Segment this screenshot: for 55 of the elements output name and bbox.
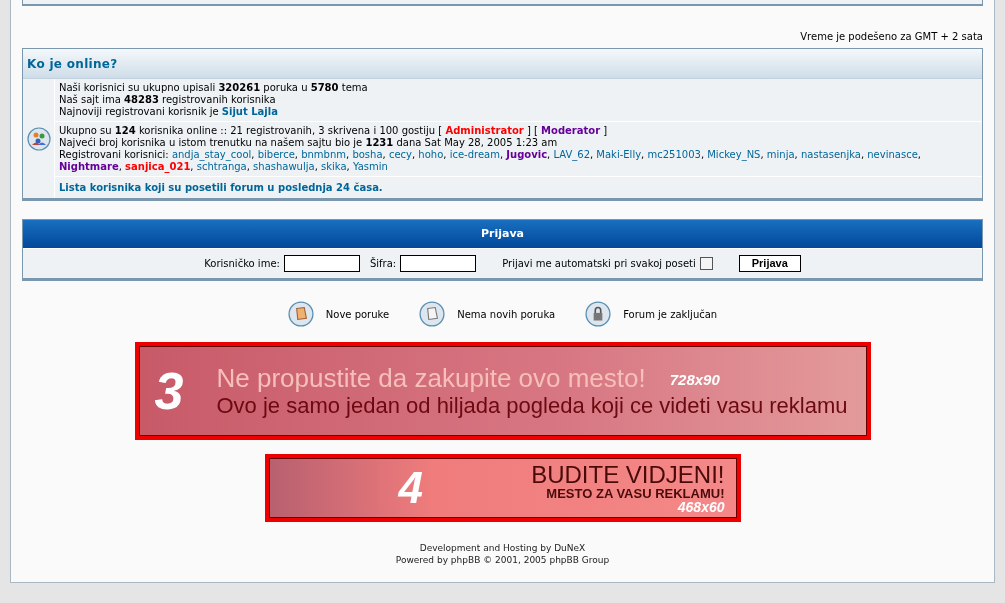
username-field[interactable]: [283, 255, 360, 272]
timezone-note: Vreme je podešeno za GMT + 2 sata: [800, 30, 983, 44]
banner-number: 3: [154, 365, 185, 417]
last-24h-users-link[interactable]: Lista korisnika koji su posetili forum u poslednja 24 časa.: [59, 182, 383, 193]
password-label: Šifra:: [369, 256, 397, 271]
banner-subline: Ovo je samo jedan od hiljada pogleda koji ce videti vasu reklamu: [216, 395, 848, 417]
user-link[interactable]: bnmbnm: [301, 149, 347, 160]
banner-headline: Ne propustite da zakupite ovo mesto!: [216, 365, 646, 391]
user-link[interactable]: Maki-Elly: [596, 149, 642, 160]
login-title: Prijava: [480, 225, 524, 242]
user-link[interactable]: shashawulja: [253, 161, 315, 172]
banner-size: 468x60: [677, 499, 725, 514]
user-link[interactable]: nastasenjka: [800, 149, 861, 160]
role-legend-link[interactable]: Administrator: [445, 125, 524, 136]
user-link[interactable]: ice-dream: [449, 149, 500, 160]
footer-credit: Powered by phpBB © 2001, 2005 phpBB Group: [395, 554, 610, 566]
users-stat: Naš sajt ima 48283 registrovanih korisnika: [59, 94, 277, 106]
newest-user-link[interactable]: Sijut Lajla: [221, 106, 278, 117]
username-label: Korisničko ime:: [204, 257, 280, 271]
legend-label: Nove poruke: [325, 307, 390, 322]
footer-credit: Development and Hosting by DuNeX: [419, 542, 586, 554]
advertisement-banner[interactable]: 4 BUDITE VIDJENI! MESTO ZA VASU REKLAMU! 468x60: [264, 454, 741, 522]
banner-size: 728x90: [669, 369, 720, 390]
user-link[interactable]: LAV_62: [553, 149, 590, 160]
user-link[interactable]: schtranga: [196, 161, 247, 172]
no-new-posts-icon: [419, 301, 446, 327]
legend-label: Nema novih poruka: [457, 307, 556, 322]
legend-label: Forum je zaključan: [623, 307, 718, 322]
user-link[interactable]: Yasmin: [352, 161, 388, 172]
user-link[interactable]: biberce: [257, 149, 295, 160]
padlock-icon: [585, 301, 612, 327]
autologin-checkbox[interactable]: [699, 257, 713, 270]
user-link[interactable]: skika: [321, 161, 347, 172]
users-icon: [26, 126, 51, 151]
user-link[interactable]: mc251003: [647, 149, 701, 160]
online-summary: Ukupno su 124 korisnika online :: 21 registrovanih, 3 skrivena i 100 gostiju [ Administrator ] [ Moderator ]: [59, 125, 609, 137]
advertisement-banner[interactable]: 3 Ne propustite da zakupite ovo mesto! 728x90 Ovo je samo jedan od hiljada pogleda koji ce videti vasu reklamu: [134, 342, 871, 440]
user-link[interactable]: bosha: [352, 149, 383, 160]
record-text: Najveći broj korisnika u istom trenutku na našem sajtu bio je 1231 dana Sat May 28, 2005 1:23 am: [59, 137, 559, 149]
role-legend-link[interactable]: Moderator: [541, 125, 601, 136]
registered-users-list: Registrovani korisnici: andja_stay_cool, biberce, bnmbnm, bosha, cecy, hoho, ice-dream, Jugovic, LAV_62, Maki-Elly, mc251003, Mickey_NS, minja, nastasenjka, nevinasce, Nightmare, sanjica_021, schtranga, shashawulja, skika, Yasmin: [59, 149, 978, 173]
new-posts-icon: [287, 301, 314, 327]
banner-subline: MESTO ZA VASU REKLAMU!: [546, 486, 725, 500]
banner-headline: BUDITE VIDJENI!: [531, 462, 725, 487]
posts-stat: Naši korisnici su ukupno upisali 320261 poruka u 5780 tema: [59, 82, 369, 94]
autologin-label: Prijavi me automatski pri svakoj poseti: [502, 257, 696, 271]
user-link[interactable]: minja: [766, 149, 795, 160]
login-button[interactable]: Prijava: [738, 255, 801, 272]
newest-user-text: Najnoviji registrovani korisnik je Sijut Lajla: [59, 106, 279, 118]
user-link[interactable]: Nightmare: [59, 161, 119, 172]
banner-number: 4: [398, 466, 423, 510]
password-field[interactable]: [400, 255, 477, 272]
user-link[interactable]: cecy: [388, 149, 412, 160]
panel-title[interactable]: Ko je online?: [27, 54, 118, 73]
user-link[interactable]: nevinasce: [867, 149, 918, 160]
